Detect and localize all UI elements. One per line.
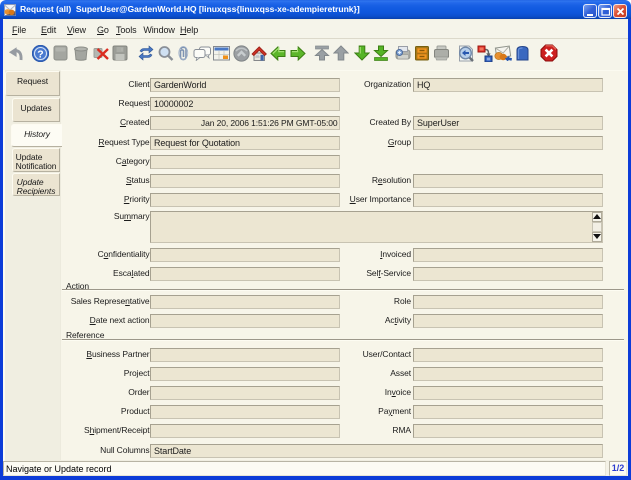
svg-text:?: ? xyxy=(37,48,43,60)
